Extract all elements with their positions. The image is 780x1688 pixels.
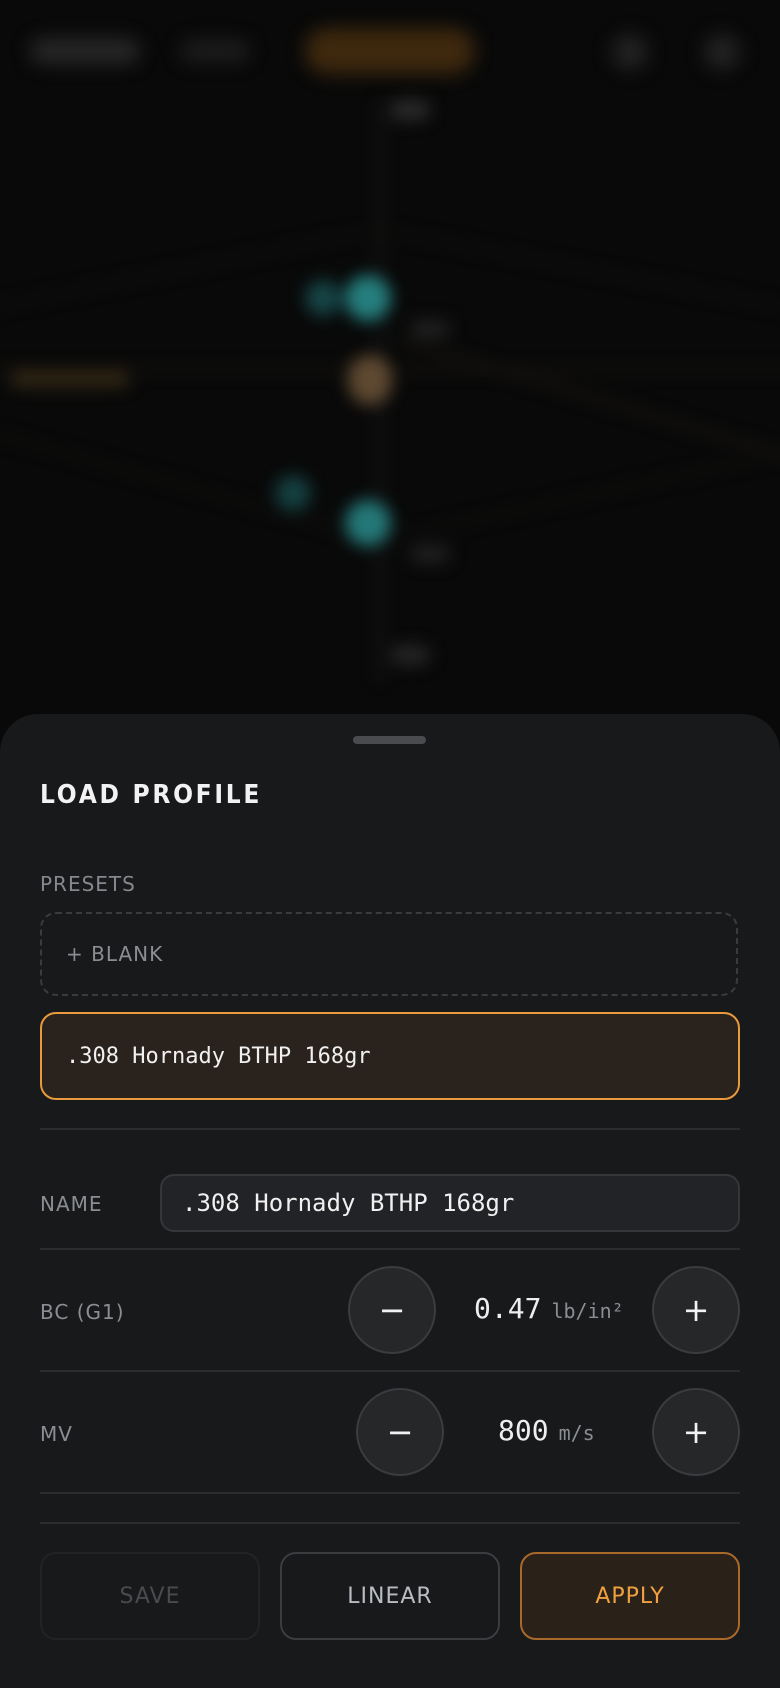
blurred-background-reticle [0, 0, 780, 720]
apply-button[interactable]: APPLY [520, 1552, 740, 1640]
name-label: NAME [40, 1192, 103, 1216]
minus-icon: − [386, 1413, 414, 1451]
divider [40, 1248, 740, 1250]
presets-label: PRESETS [40, 872, 136, 896]
bc-unit: lb/in² [551, 1299, 624, 1323]
bc-label: BC (G1) [40, 1300, 125, 1324]
blank-preset-button[interactable]: + BLANK [40, 912, 738, 996]
linear-button[interactable]: LINEAR [280, 1552, 500, 1640]
save-button[interactable]: SAVE [40, 1552, 260, 1640]
sheet-drag-handle[interactable] [353, 736, 426, 744]
plus-icon: + [682, 1413, 710, 1451]
sheet-title: LOAD PROFILE [40, 780, 263, 810]
divider [40, 1370, 740, 1372]
minus-icon: − [378, 1291, 406, 1329]
load-profile-sheet: LOAD PROFILE PRESETS + BLANK .308 Hornad… [0, 714, 780, 1688]
divider [40, 1522, 740, 1524]
mv-label: MV [40, 1422, 73, 1446]
mv-unit: m/s [558, 1421, 595, 1445]
preset-item-selected[interactable]: .308 Hornady BTHP 168gr [40, 1012, 740, 1100]
mv-increment-button[interactable]: + [652, 1388, 740, 1476]
divider [40, 1128, 740, 1130]
bc-decrement-button[interactable]: − [348, 1266, 436, 1354]
mv-value: 800 [498, 1414, 549, 1447]
mv-value-display: 800 m/s [498, 1414, 595, 1447]
bc-value: 0.47 [474, 1292, 542, 1325]
plus-icon: + [682, 1291, 710, 1329]
bc-increment-button[interactable]: + [652, 1266, 740, 1354]
mv-decrement-button[interactable]: − [356, 1388, 444, 1476]
divider [40, 1492, 740, 1494]
bc-value-display: 0.47 lb/in² [474, 1292, 624, 1325]
name-input[interactable] [160, 1174, 740, 1232]
